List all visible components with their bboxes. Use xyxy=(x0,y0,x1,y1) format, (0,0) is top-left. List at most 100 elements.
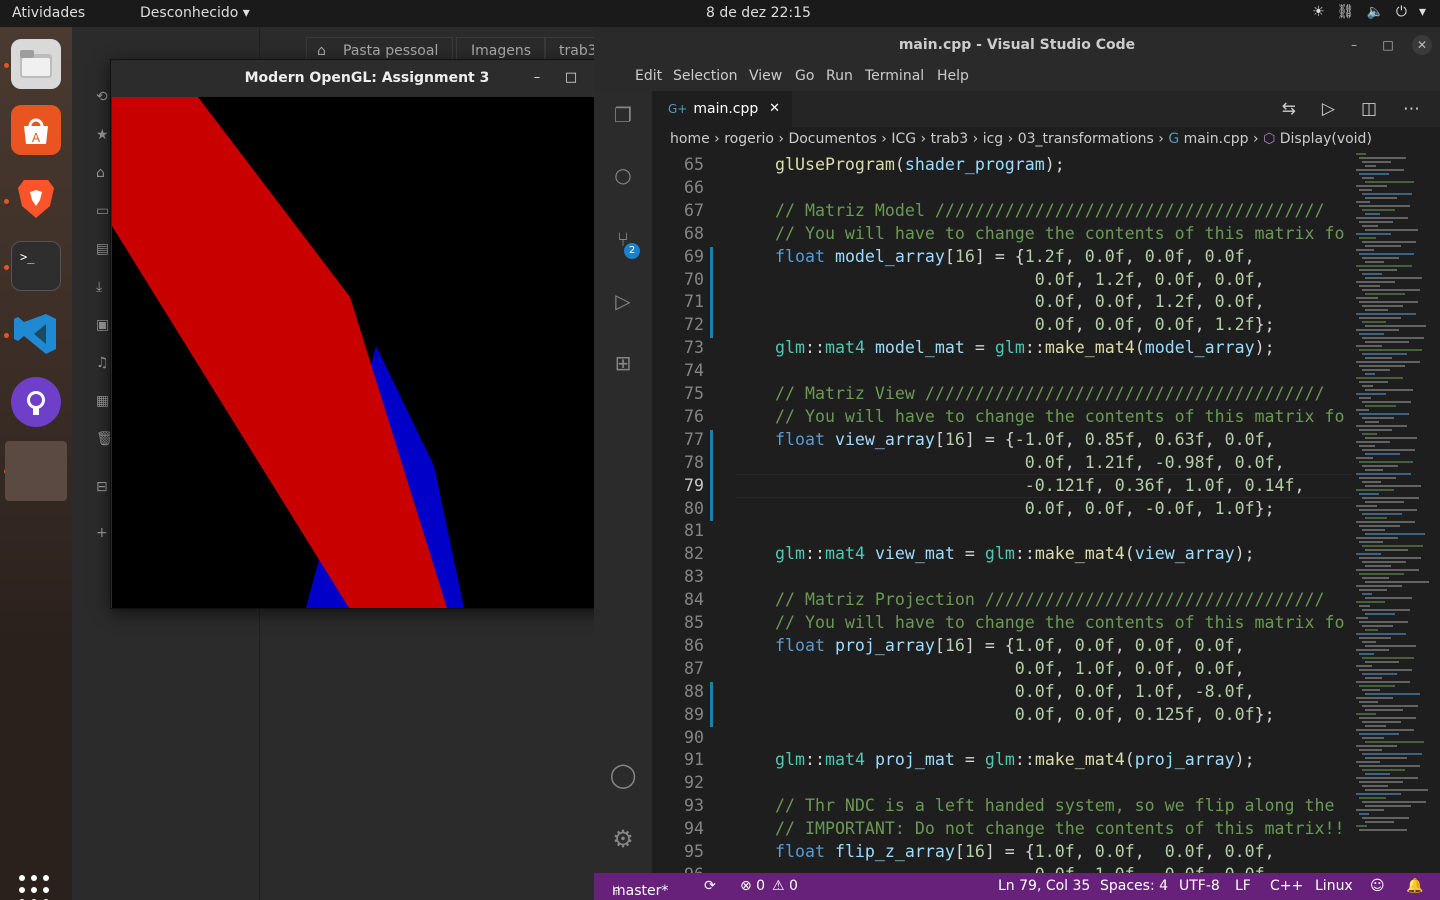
end-of-line[interactable]: LF xyxy=(1235,878,1251,894)
notifications-icon[interactable]: 🔔 xyxy=(1406,878,1423,894)
code-line[interactable]: -0.121f, 0.36f, 1.0f, 0.14f, xyxy=(775,476,1305,495)
code-line[interactable]: // You will have to change the contents … xyxy=(775,224,1344,243)
brave-icon[interactable] xyxy=(11,173,61,223)
minimap-line xyxy=(1356,457,1373,459)
code-line[interactable]: // IMPORTANT: Do not change the contents… xyxy=(775,819,1344,838)
gear-icon[interactable]: ⚙ xyxy=(609,825,637,853)
code-line[interactable]: 0.0f, 1.0f, 0.0f, 0.0f, xyxy=(775,865,1275,873)
breadcrumb-item[interactable]: main.cpp xyxy=(1184,131,1249,147)
menu-run[interactable]: Run xyxy=(826,68,853,84)
minimap-line xyxy=(1362,177,1374,179)
system-tray[interactable]: ☀ ⛓ 🔈 ⏻ ▾ xyxy=(1312,4,1426,20)
github-desktop-icon[interactable] xyxy=(11,377,61,427)
code-line[interactable]: 0.0f, 0.0f, 0.125f, 0.0f}; xyxy=(775,705,1275,724)
tab-main-cpp[interactable]: G+ main.cpp ✕ xyxy=(652,91,792,127)
breadcrumb-item[interactable]: trab3 xyxy=(931,131,969,147)
window-thumbnail[interactable] xyxy=(5,441,67,501)
run-icon[interactable]: ▷ xyxy=(1322,99,1335,119)
code-line[interactable]: float proj_array[16] = {1.0f, 0.0f, 0.0f… xyxy=(775,636,1245,655)
minimap-line xyxy=(1356,601,1385,603)
extensions-icon[interactable]: ⊞ xyxy=(609,351,637,379)
platform[interactable]: Linux xyxy=(1315,878,1353,894)
errors-indicator[interactable]: ⊗ 0 xyxy=(740,878,765,894)
show-apps-icon[interactable] xyxy=(19,875,53,900)
minimize-button[interactable]: – xyxy=(1344,35,1364,55)
warnings-indicator[interactable]: ⚠ 0 xyxy=(772,878,798,894)
software-center-icon[interactable]: A xyxy=(11,105,61,155)
code-line[interactable]: glm::mat4 view_mat = glm::make_mat4(view… xyxy=(775,544,1255,563)
minimap[interactable] xyxy=(1352,153,1440,873)
code-line[interactable]: glUseProgram(shader_program); xyxy=(775,155,1065,174)
code-line[interactable]: glm::mat4 model_mat = glm::make_mat4(mod… xyxy=(775,338,1275,357)
activities-button[interactable]: Atividades xyxy=(12,5,85,21)
breadcrumb-item[interactable]: Documentos xyxy=(788,131,876,147)
breadcrumb-item[interactable]: home xyxy=(670,131,710,147)
clock[interactable]: 8 de dez 22:15 xyxy=(706,5,811,21)
code-line[interactable]: 0.0f, 0.0f, 0.0f, 1.2f}; xyxy=(775,315,1275,334)
language-mode[interactable]: C++ xyxy=(1270,878,1303,894)
code-line[interactable]: // Matriz View /////////////////////////… xyxy=(775,384,1324,403)
code-line[interactable]: 0.0f, 0.0f, 1.0f, -8.0f, xyxy=(775,682,1255,701)
maximize-button[interactable]: □ xyxy=(561,68,581,88)
files-icon[interactable] xyxy=(11,39,61,89)
menu-go[interactable]: Go xyxy=(795,68,814,84)
code-line[interactable]: float flip_z_array[16] = {1.0f, 0.0f, 0.… xyxy=(775,842,1275,861)
minimap-line xyxy=(1356,249,1374,251)
minimap-line xyxy=(1359,685,1395,687)
code-editor[interactable]: 65 glUseProgram(shader_program); 66 67 // Ma… xyxy=(652,153,1352,873)
split-editor-icon[interactable]: ◫ xyxy=(1361,99,1377,119)
code-line[interactable]: float model_array[16] = {1.2f, 0.0f, 0.0… xyxy=(775,247,1255,266)
network-icon[interactable]: ⛓ xyxy=(1337,4,1355,20)
code-line[interactable]: float view_array[16] = {-1.0f, 0.85f, 0.… xyxy=(775,430,1275,449)
encoding[interactable]: UTF-8 xyxy=(1179,878,1220,894)
code-line[interactable]: glm::mat4 proj_mat = glm::make_mat4(proj… xyxy=(775,750,1255,769)
breadcrumb-item[interactable]: rogerio xyxy=(724,131,774,147)
close-button[interactable]: ✕ xyxy=(1412,35,1432,55)
app-menu[interactable]: Desconhecido ▾ xyxy=(140,5,250,21)
minimap-line xyxy=(1362,673,1397,675)
minimap-line xyxy=(1356,537,1398,539)
code-line[interactable]: // Thr NDC is a left handed system, so w… xyxy=(775,796,1334,815)
minimap-line xyxy=(1359,365,1405,367)
more-actions-icon[interactable]: ⋯ xyxy=(1403,99,1420,119)
code-line[interactable]: 0.0f, 1.2f, 0.0f, 0.0f, xyxy=(775,270,1265,289)
run-debug-icon[interactable]: ▷ xyxy=(609,289,637,317)
menu-help[interactable]: Help xyxy=(937,68,969,84)
code-line[interactable]: // You will have to change the contents … xyxy=(775,613,1344,632)
feedback-icon[interactable]: ☺ xyxy=(1370,878,1385,894)
explorer-icon[interactable]: ❐ xyxy=(609,103,637,131)
code-line[interactable]: 0.0f, 1.0f, 0.0f, 0.0f, xyxy=(775,659,1245,678)
code-line[interactable]: 0.0f, 0.0f, 1.2f, 0.0f, xyxy=(775,292,1265,311)
menu-edit[interactable]: Edit xyxy=(635,68,662,84)
code-line[interactable]: 0.0f, 1.21f, -0.98f, 0.0f, xyxy=(775,453,1285,472)
volume-icon[interactable]: 🔈 xyxy=(1366,4,1383,20)
opengl-window[interactable]: Modern OpenGL: Assignment 3 – □ ✕ xyxy=(110,59,624,609)
menu-terminal[interactable]: Terminal xyxy=(865,68,924,84)
breadcrumb-item[interactable]: icg xyxy=(983,131,1003,147)
account-icon[interactable]: ◯ xyxy=(609,761,637,789)
sync-icon[interactable]: ⟳ xyxy=(704,878,716,894)
breadcrumb-item[interactable]: Display(void) xyxy=(1280,131,1372,147)
terminal-icon[interactable]: >_ xyxy=(11,241,61,291)
menu-selection[interactable]: Selection xyxy=(673,68,738,84)
vscode-icon[interactable] xyxy=(11,309,61,359)
tab-close-button[interactable]: ✕ xyxy=(769,91,780,127)
chevron-down-icon[interactable]: ▾ xyxy=(1419,4,1426,20)
power-icon[interactable]: ⏻ xyxy=(1396,4,1407,20)
compare-changes-icon[interactable]: ⇆ xyxy=(1282,99,1296,119)
code-line[interactable]: 0.0f, 0.0f, -0.0f, 1.0f}; xyxy=(775,499,1275,518)
minimap-line xyxy=(1365,565,1391,567)
brightness-icon[interactable]: ☀ xyxy=(1312,4,1325,20)
menu-view[interactable]: View xyxy=(749,68,782,84)
breadcrumb-item[interactable]: ICG xyxy=(891,131,916,147)
cursor-position[interactable]: Ln 79, Col 35 xyxy=(998,878,1090,894)
code-line[interactable]: // Matriz Model ////////////////////////… xyxy=(775,201,1324,220)
code-line[interactable]: // Matriz Projection ///////////////////… xyxy=(775,590,1324,609)
breadcrumb-item[interactable]: 03_transformations xyxy=(1018,131,1154,147)
minimize-button[interactable]: – xyxy=(527,68,547,88)
search-icon[interactable]: ○ xyxy=(609,163,637,191)
indentation[interactable]: Spaces: 4 xyxy=(1100,878,1168,894)
code-line[interactable]: // You will have to change the contents … xyxy=(775,407,1344,426)
vscode-title[interactable]: main.cpp - Visual Studio Code xyxy=(594,27,1440,63)
maximize-button[interactable]: □ xyxy=(1378,35,1398,55)
